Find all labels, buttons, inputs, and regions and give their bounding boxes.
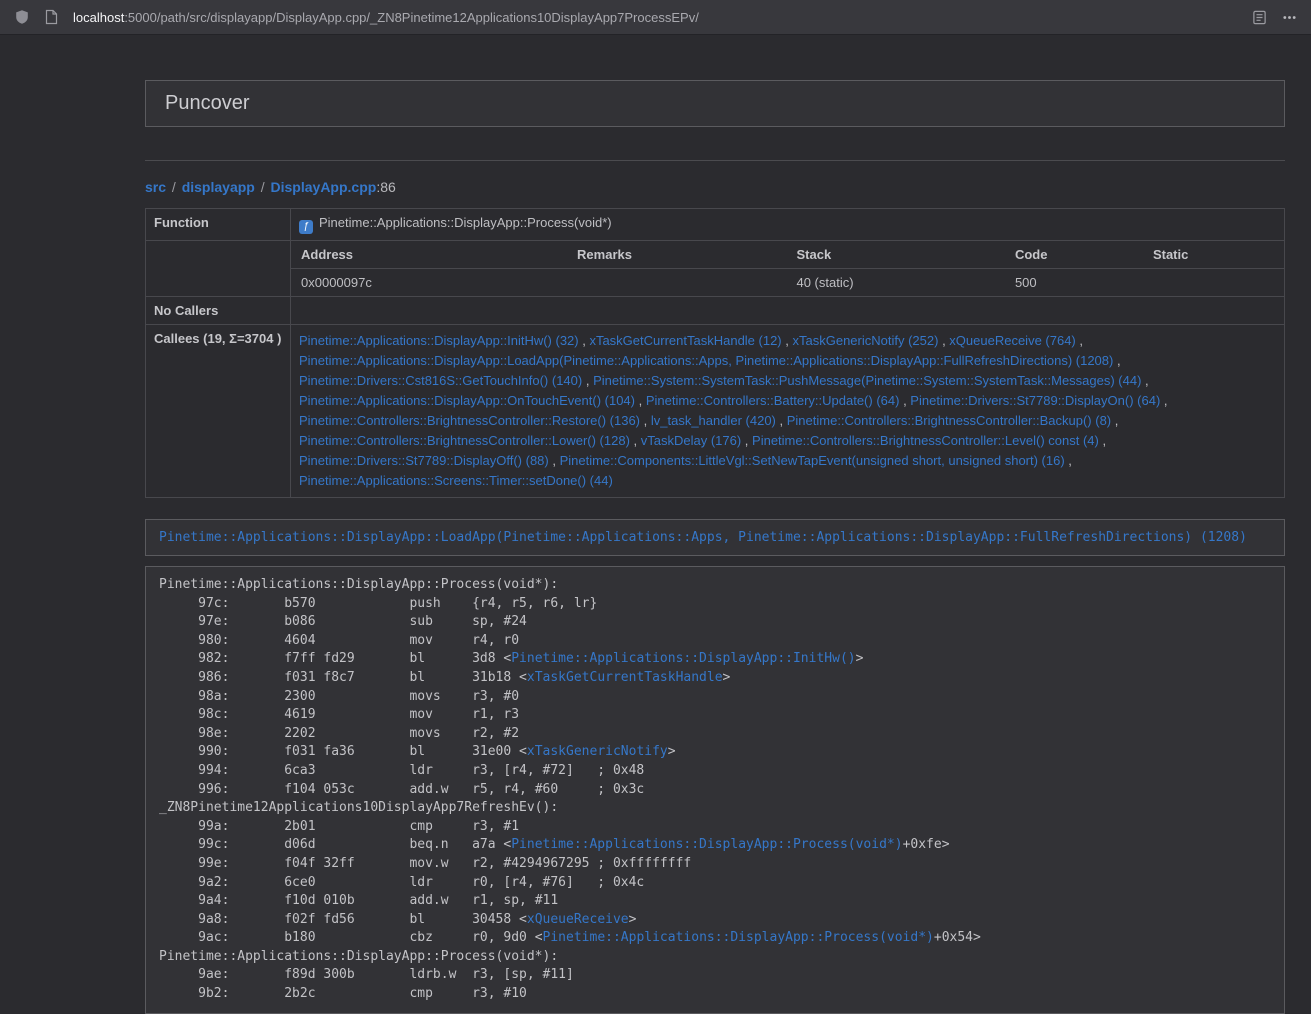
- address-value: 0x0000097c: [291, 269, 567, 297]
- code-symbol-link[interactable]: xQueueReceive: [527, 912, 629, 927]
- highlighted-callee-panel: Pinetime::Applications::DisplayApp::Load…: [145, 519, 1285, 556]
- url-bar[interactable]: localhost:5000/path/src/displayapp/Displ…: [73, 10, 1237, 25]
- no-callers-label: No Callers: [146, 297, 291, 325]
- reader-view-icon[interactable]: [1252, 10, 1267, 25]
- disassembly-panel: Pinetime::Applications::DisplayApp::Proc…: [145, 566, 1285, 1014]
- breadcrumb-separator: /: [255, 179, 271, 195]
- no-callers-empty-cell: [291, 297, 1285, 325]
- code-symbol-link[interactable]: xTaskGenericNotify: [527, 744, 668, 759]
- callee-link[interactable]: xTaskGetCurrentTaskHandle (12): [589, 333, 781, 348]
- column-header-stack: Stack: [786, 241, 1004, 269]
- column-header-remarks: Remarks: [567, 241, 786, 269]
- page-info-icon[interactable]: [45, 9, 58, 25]
- remarks-value: [567, 269, 786, 297]
- url-host: localhost: [73, 10, 124, 25]
- callee-link[interactable]: lv_task_handler (420): [651, 413, 776, 428]
- callee-link[interactable]: Pinetime::Controllers::BrightnessControl…: [752, 433, 1099, 448]
- callee-link[interactable]: Pinetime::System::SystemTask::PushMessag…: [593, 373, 1141, 388]
- breadcrumb-link[interactable]: displayapp: [182, 179, 255, 195]
- callee-link[interactable]: Pinetime::Applications::DisplayApp::OnTo…: [299, 393, 635, 408]
- function-label: Function: [146, 209, 291, 241]
- callee-link[interactable]: xTaskGenericNotify (252): [793, 333, 939, 348]
- stats-row: Address Remarks Stack Code Static 0x0000…: [146, 241, 1285, 297]
- callee-link[interactable]: Pinetime::Drivers::Cst816S::GetTouchInfo…: [299, 373, 582, 388]
- code-block: Pinetime::Applications::DisplayApp::Proc…: [159, 576, 1271, 1004]
- page-title: Puncover: [165, 92, 250, 114]
- column-header-static: Static: [1143, 241, 1284, 269]
- callee-link[interactable]: Pinetime::Applications::Screens::Timer::…: [299, 473, 613, 488]
- browser-toolbar: localhost:5000/path/src/displayapp/Displ…: [0, 0, 1311, 35]
- callee-link[interactable]: Pinetime::Drivers::St7789::DisplayOn() (…: [910, 393, 1160, 408]
- callees-row: Callees (19, Σ=3704 ) Pinetime::Applicat…: [146, 325, 1285, 498]
- callee-link[interactable]: Pinetime::Controllers::BrightnessControl…: [299, 413, 640, 428]
- code-symbol-link[interactable]: xTaskGetCurrentTaskHandle: [527, 670, 723, 685]
- shield-icon[interactable]: [14, 9, 30, 25]
- code-symbol-link[interactable]: Pinetime::Applications::DisplayApp::Proc…: [511, 837, 902, 852]
- breadcrumb-link[interactable]: src: [145, 179, 166, 195]
- highlighted-callee-link[interactable]: Pinetime::Applications::DisplayApp::Load…: [159, 530, 1247, 545]
- breadcrumb-separator: /: [166, 179, 182, 195]
- function-type-icon: ƒ: [299, 220, 313, 234]
- no-callers-row: No Callers: [146, 297, 1285, 325]
- function-name-cell: ƒ Pinetime::Applications::DisplayApp::Pro…: [291, 209, 1285, 241]
- page-header: Puncover: [145, 80, 1285, 127]
- function-name: Pinetime::Applications::DisplayApp::Proc…: [319, 215, 612, 230]
- column-header-address: Address: [291, 241, 567, 269]
- stack-value: 40 (static): [786, 269, 1004, 297]
- callee-link[interactable]: xQueueReceive (764): [949, 333, 1075, 348]
- stats-cell: Address Remarks Stack Code Static 0x0000…: [291, 241, 1285, 297]
- callee-link[interactable]: Pinetime::Controllers::BrightnessControl…: [787, 413, 1111, 428]
- stats-label-cell: [146, 241, 291, 297]
- stats-values-row: 0x0000097c 40 (static) 500: [291, 269, 1284, 297]
- symbol-table: Function ƒPinetime::Applications::Displa…: [145, 208, 1285, 498]
- callees-label: Callees (19, Σ=3704 ): [146, 325, 291, 498]
- callee-link[interactable]: Pinetime::Applications::DisplayApp::Load…: [299, 353, 1113, 368]
- static-value: [1143, 269, 1284, 297]
- breadcrumb-line-number: :86: [376, 179, 395, 195]
- callee-link[interactable]: vTaskDelay (176): [641, 433, 741, 448]
- breadcrumb-link[interactable]: DisplayApp.cpp: [271, 179, 377, 195]
- breadcrumb: src / displayapp / DisplayApp.cpp:86: [145, 179, 1285, 195]
- callee-link[interactable]: Pinetime::Drivers::St7789::DisplayOff() …: [299, 453, 549, 468]
- callee-link[interactable]: Pinetime::Controllers::BrightnessControl…: [299, 433, 630, 448]
- overflow-menu-icon[interactable]: [1282, 10, 1297, 25]
- stats-table: Address Remarks Stack Code Static 0x0000…: [291, 241, 1284, 296]
- divider: [145, 160, 1285, 161]
- callee-link[interactable]: Pinetime::Controllers::Battery::Update()…: [646, 393, 900, 408]
- code-value: 500: [1005, 269, 1143, 297]
- callee-link[interactable]: Pinetime::Components::LittleVgl::SetNewT…: [560, 453, 1065, 468]
- callee-link[interactable]: Pinetime::Applications::DisplayApp::Init…: [299, 333, 579, 348]
- url-path: :5000/path/src/displayapp/DisplayApp.cpp…: [124, 10, 699, 25]
- code-symbol-link[interactable]: Pinetime::Applications::DisplayApp::Init…: [511, 651, 855, 666]
- function-row: Function ƒ Pinetime::Applications::Displa…: [146, 209, 1285, 241]
- column-header-code: Code: [1005, 241, 1143, 269]
- callees-list: Pinetime::Applications::DisplayApp::Init…: [291, 325, 1285, 498]
- code-symbol-link[interactable]: Pinetime::Applications::DisplayApp::Proc…: [543, 930, 934, 945]
- page-content: Puncover src / displayapp / DisplayApp.c…: [145, 35, 1285, 1014]
